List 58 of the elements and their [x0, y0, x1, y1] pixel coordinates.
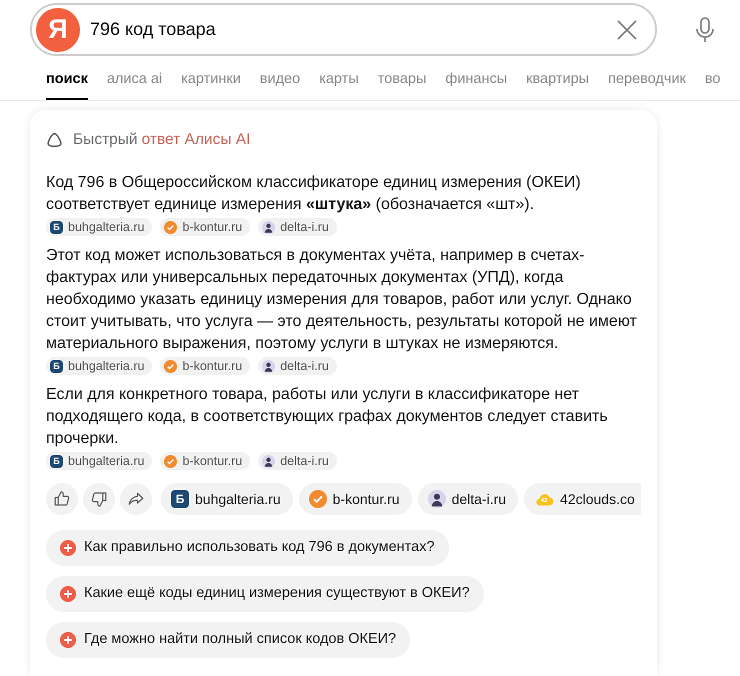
source-link[interactable]: b-kontur.ru	[160, 218, 250, 236]
search-field[interactable]: Я 796 код товара	[30, 3, 657, 56]
source-link[interactable]: Б buhgalteria.ru	[46, 218, 152, 236]
share-button[interactable]	[120, 483, 152, 515]
close-icon	[617, 20, 637, 40]
source-link[interactable]: b-kontur.ru	[160, 452, 250, 470]
rounded-triangle-icon	[46, 131, 63, 149]
search-tab[interactable]: переводчик	[608, 69, 686, 100]
like-button[interactable]	[46, 483, 78, 515]
search-tab[interactable]: финансы	[445, 69, 508, 100]
suggested-question[interactable]: Как правильно использовать код 796 в документах?	[46, 530, 449, 566]
search-tab[interactable]: во	[704, 69, 720, 100]
share-arrow-icon	[127, 490, 145, 508]
source-link[interactable]: Б buhgalteria.ru	[46, 357, 152, 375]
plus-icon	[60, 586, 76, 602]
check-icon	[308, 490, 327, 508]
suggested-question[interactable]: Где можно найти полный список кодов ОКЕИ?	[46, 622, 410, 658]
search-tab[interactable]: квартиры	[526, 69, 590, 100]
answer-label: Быстрый	[73, 130, 138, 150]
source-link[interactable]: b-kontur.ru	[298, 483, 412, 515]
site-logo: Б	[50, 220, 63, 234]
search-tab[interactable]: видео	[260, 69, 300, 100]
plus-icon	[60, 540, 76, 556]
search-input[interactable]: 796 код товара	[90, 16, 615, 43]
source-link[interactable]: Б buhgalteria.ru	[161, 483, 293, 515]
source-link[interactable]: delta-i.ru	[258, 357, 337, 375]
search-tab[interactable]: поиск	[46, 69, 88, 100]
avatar-icon	[428, 490, 446, 508]
microphone-icon	[695, 16, 715, 42]
suggested-question[interactable]: Какие ещё коды единиц измерения существуют в ОКЕИ?	[46, 576, 484, 612]
answer-title: ответ Алисы AI	[142, 130, 250, 150]
check-icon	[164, 220, 178, 234]
search-tab[interactable]: карты	[319, 69, 359, 100]
answer-paragraph: Если для конкретного товара, работы или услуги в классификаторе нет подходящего кода, в соответствующих графах документов следует ставить прочерки.	[46, 385, 609, 449]
avatar-icon	[262, 454, 276, 468]
plus-icon	[60, 632, 76, 648]
avatar-icon	[262, 220, 276, 234]
source-link[interactable]: delta-i.ru	[258, 452, 337, 470]
search-tab[interactable]: товары	[378, 69, 426, 100]
thumbs-down-icon	[90, 490, 108, 508]
source-link[interactable]: delta-i.ru	[418, 483, 518, 515]
clear-button[interactable]	[615, 18, 639, 42]
search-tab[interactable]: картинки	[181, 69, 241, 100]
dislike-button[interactable]	[83, 483, 115, 515]
site-logo: Б	[171, 490, 189, 508]
thumbs-up-icon	[53, 490, 71, 508]
avatar-icon	[262, 360, 276, 372]
site-logo: Б	[50, 360, 63, 372]
search-tab[interactable]: алиса ai	[106, 69, 162, 100]
check-icon	[164, 454, 178, 468]
check-icon	[164, 360, 178, 372]
source-link[interactable]: delta-i.ru	[258, 218, 337, 236]
answer-paragraph: Код 796 в Общероссийском классификаторе единиц измерения (ОКЕИ) соответствует единице измерения «штука» (обозначается «шт»).	[46, 173, 582, 215]
answer-paragraph: Этот код может использоваться в документах учёта, например в счетах-фактурах или универсальных передаточных документах (УПД), когда необходимо указать единицу измерения для товаров, работ или услуг. Однако стоит учитывать, что услуга — это деятельность, результаты которой не имеют материального выражения, поэтому услуги в штуках не измеряются.	[46, 246, 638, 354]
source-link[interactable]: Б buhgalteria.ru	[46, 452, 152, 470]
source-link[interactable]: b-kontur.ru	[160, 357, 250, 375]
site-logo: Б	[50, 454, 63, 468]
microphone-button[interactable]	[693, 16, 717, 44]
